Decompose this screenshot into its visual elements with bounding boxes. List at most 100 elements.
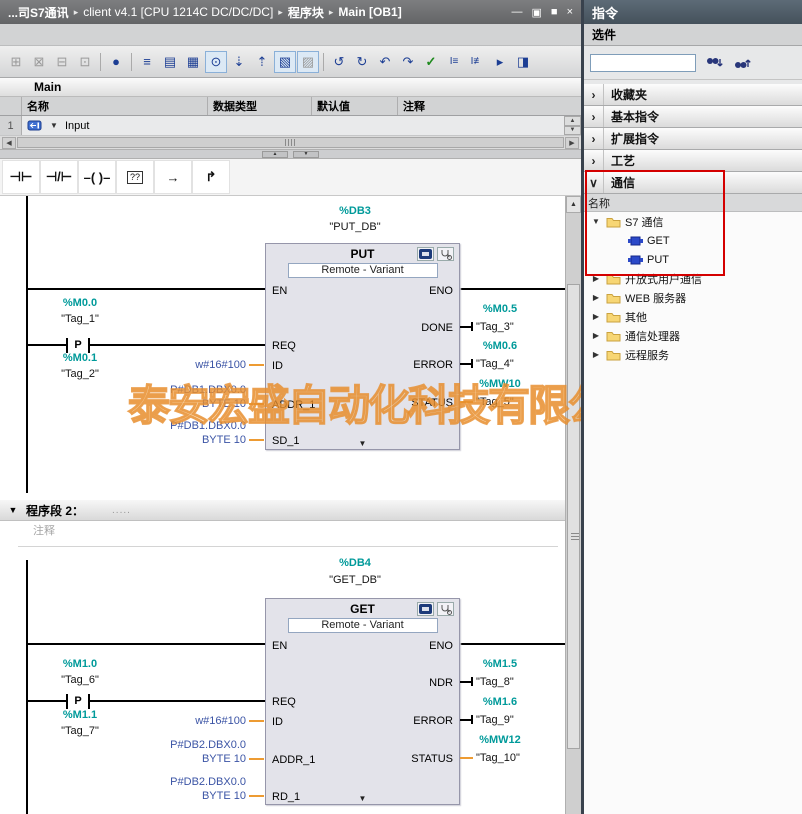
chevron-down-icon[interactable]: ∨ [584, 172, 604, 193]
caret-right-icon[interactable]: ▶ [590, 274, 602, 283]
split-editor-icon[interactable]: ◨ [512, 51, 534, 73]
id-value[interactable]: w#16#100 [120, 358, 246, 372]
restore-icon[interactable]: ▣ [532, 6, 542, 19]
rd1-value-line2[interactable]: BYTE 10 [120, 789, 246, 803]
db-address[interactable]: %DB4 [295, 556, 415, 570]
tree-item-remote-services[interactable]: ▶ 远程服务 [584, 345, 802, 364]
monitor-all-icon[interactable]: I≡ [443, 51, 465, 73]
toggle-comments-icon[interactable]: ⊙ [205, 51, 227, 73]
block-mode-icon[interactable] [417, 247, 434, 261]
pin-id[interactable]: ID [272, 359, 283, 373]
insert-network-icon[interactable]: ⊞ [5, 51, 27, 73]
caret-right-icon[interactable]: ▶ [590, 350, 602, 359]
consistency-check-icon[interactable]: ↷ [397, 51, 419, 73]
pin-done[interactable]: DONE [421, 321, 453, 335]
pin-eno[interactable]: ENO [429, 284, 453, 298]
splitter-down-icon[interactable]: ▼ [293, 151, 319, 158]
splitter-up-icon[interactable]: ▲ [262, 151, 288, 158]
insert-row-icon[interactable]: ⊟ [51, 51, 73, 73]
ndr-tag[interactable]: "Tag_8" [476, 675, 514, 689]
section-technology[interactable]: › 工艺 [584, 150, 802, 172]
breadcrumb-block[interactable]: Main [OB1] [338, 5, 401, 19]
table-row[interactable]: 1 ▼ Input ▲ ▼ [0, 116, 581, 136]
section-extended-instructions[interactable]: › 扩展指令 [584, 128, 802, 150]
ladder-vertical-scrollbar[interactable]: ▲ [565, 196, 581, 814]
section-basic-instructions[interactable]: › 基本指令 [584, 106, 802, 128]
tree-item-s7-communication[interactable]: ▼ S7 通信 [584, 212, 802, 231]
done-tag[interactable]: "Tag_3" [476, 320, 514, 334]
pin-error[interactable]: ERROR [413, 714, 453, 728]
section-communication[interactable]: ∨ 通信 [584, 172, 802, 194]
status-tag[interactable]: "Tag_10" [476, 751, 520, 765]
tree-item-put[interactable]: PUT [584, 250, 802, 269]
empty-box-icon[interactable]: ?? [116, 160, 154, 194]
addr1-value-line2[interactable]: BYTE 10 [120, 752, 246, 766]
pin-error[interactable]: ERROR [413, 358, 453, 372]
column-comment[interactable]: 注释 [398, 97, 540, 115]
contact-address[interactable]: %M0.0 [30, 296, 130, 310]
network2-header[interactable]: ▼ 程序段 2： ..... [0, 500, 565, 521]
db-address[interactable]: %DB3 [295, 204, 415, 218]
collapse-networks-icon[interactable]: ⇡ [251, 51, 273, 73]
block-variant-select[interactable]: Remote - Variant [288, 263, 438, 278]
close-icon[interactable]: × [567, 6, 573, 19]
pin-id[interactable]: ID [272, 715, 283, 729]
error-address[interactable]: %M1.6 [468, 695, 532, 709]
goto-previous-icon[interactable]: ↺ [328, 51, 350, 73]
ladder-canvas[interactable]: %DB3 "PUT_DB" P %M0.0 "Tag_1" %M0.1 "Tag… [0, 196, 581, 814]
collapse-network-icon[interactable]: ▼ [0, 505, 26, 515]
aux-address[interactable]: %M1.1 [30, 708, 130, 722]
tree-item-communication-processor[interactable]: ▶ 通信处理器 [584, 326, 802, 345]
scroll-right-icon[interactable]: ▶ [565, 137, 579, 149]
hscroll-thumb[interactable] [17, 137, 564, 148]
status-address[interactable]: %MW12 [468, 733, 532, 747]
addr1-value-line1[interactable]: P#DB1.DBX0.0 [120, 383, 246, 397]
chevron-right-icon[interactable]: › [584, 150, 604, 171]
tree-header[interactable]: 名称 [584, 194, 802, 212]
update-block-calls-icon[interactable]: ↶ [374, 51, 396, 73]
addr1-value-line1[interactable]: P#DB2.DBX0.0 [120, 738, 246, 752]
breadcrumb-device[interactable]: client v4.1 [CPU 1214C DC/DC/DC] [83, 5, 273, 19]
compile-icon[interactable]: ✓ [420, 51, 442, 73]
put-block[interactable]: PUT Remote - Variant EN REQ ID ADDR_1 SD… [265, 243, 460, 450]
network-overview-icon[interactable]: ≡ [136, 51, 158, 73]
no-contact-icon[interactable]: ⊣⊢ [2, 160, 40, 194]
row-comment-cell[interactable] [398, 116, 523, 135]
more-commands-icon[interactable]: ▸ [489, 51, 511, 73]
sd1-value-line2[interactable]: BYTE 10 [120, 433, 246, 447]
scroll-left-icon[interactable]: ◀ [2, 137, 16, 149]
minimize-icon[interactable]: — [512, 6, 523, 19]
contact-tag[interactable]: "Tag_6" [30, 673, 130, 687]
pin-status[interactable]: STATUS [411, 752, 453, 766]
aux-tag[interactable]: "Tag_2" [30, 367, 130, 381]
table-vertical-scrollbar[interactable]: ▲ ▼ [564, 116, 581, 135]
row-name[interactable]: Input [65, 120, 89, 132]
column-default[interactable]: 默认值 [312, 97, 398, 115]
absolute-symbolic-icon[interactable]: ▧ [274, 51, 296, 73]
goto-next-icon[interactable]: ↻ [351, 51, 373, 73]
chevron-right-icon[interactable]: › [584, 84, 604, 105]
delete-row-icon[interactable]: ⊡ [74, 51, 96, 73]
row-datatype-cell[interactable] [208, 116, 312, 135]
p-contact[interactable]: P [68, 695, 88, 708]
close-branch-icon[interactable]: ↱ [192, 160, 230, 194]
open-branch-icon[interactable]: → [154, 160, 192, 194]
caret-right-icon[interactable]: ▶ [590, 312, 602, 321]
pin-addr1[interactable]: ADDR_1 [272, 753, 315, 767]
scroll-down-icon[interactable]: ▼ [564, 126, 581, 136]
done-address[interactable]: %M0.5 [468, 302, 532, 316]
nc-contact-icon[interactable]: ⊣/⊢ [40, 160, 78, 194]
get-block[interactable]: GET Remote - Variant EN REQ ID ADDR_1 RD… [265, 598, 460, 805]
id-value[interactable]: w#16#100 [120, 714, 246, 728]
delete-network-icon[interactable]: ⊠ [28, 51, 50, 73]
aux-address[interactable]: %M0.1 [30, 351, 130, 365]
scroll-up-icon[interactable]: ▲ [564, 116, 581, 126]
table-horizontal-scrollbar[interactable]: ◀ ▶ [0, 136, 581, 150]
error-address[interactable]: %M0.6 [468, 339, 532, 353]
pin-en[interactable]: EN [272, 284, 287, 298]
status-address[interactable]: %MW10 [468, 377, 532, 391]
show-network-titles-icon[interactable]: ▤ [159, 51, 181, 73]
block-expand-icon[interactable]: ▼ [266, 440, 459, 448]
ndr-address[interactable]: %M1.5 [468, 657, 532, 671]
scroll-up-icon[interactable]: ▲ [566, 196, 581, 213]
